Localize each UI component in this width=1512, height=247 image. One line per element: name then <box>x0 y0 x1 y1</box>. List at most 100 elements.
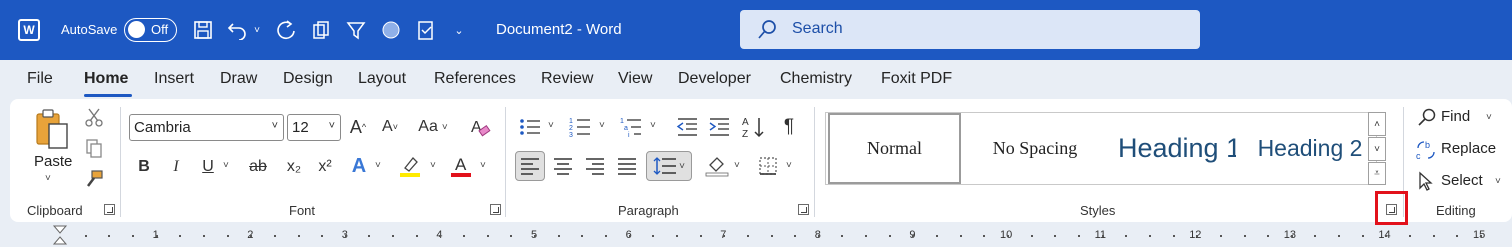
style-heading-2[interactable]: Heading 2 <box>1242 113 1378 184</box>
font-dialog-launcher-icon[interactable] <box>490 204 501 215</box>
shading-dropdown-icon[interactable]: ˅ <box>734 160 740 171</box>
style-heading-1[interactable]: Heading 1 <box>1106 113 1236 184</box>
font-color-dropdown-icon[interactable]: ˅ <box>480 160 486 171</box>
font-name-dropdown-icon[interactable]: ˅ <box>272 120 278 132</box>
font-size-dropdown-icon[interactable]: ˅ <box>329 120 335 132</box>
svg-text:i: i <box>628 132 630 138</box>
tab-foxit-pdf[interactable]: Foxit PDF <box>881 70 952 88</box>
customize-toolbar-icon[interactable]: ⌄ <box>450 17 468 43</box>
tab-chemistry[interactable]: Chemistry <box>780 70 852 88</box>
copy-icon[interactable] <box>83 137 105 159</box>
tab-view[interactable]: View <box>618 70 652 88</box>
select-dropdown-icon[interactable]: ˅ <box>1495 176 1501 187</box>
underline-dropdown-icon[interactable]: ˅ <box>223 160 229 171</box>
multilevel-dropdown-icon[interactable]: ˅ <box>650 120 656 131</box>
tab-file[interactable]: File <box>27 70 53 88</box>
align-center-icon[interactable] <box>551 154 575 178</box>
increase-indent-icon[interactable] <box>707 115 731 139</box>
svg-text:A: A <box>742 117 749 128</box>
borders-icon[interactable] <box>756 154 780 178</box>
new-page-icon[interactable] <box>309 17 333 43</box>
bullets-dropdown-icon[interactable]: ˅ <box>548 120 554 131</box>
numbering-icon[interactable]: 123 <box>568 115 592 139</box>
text-effects-icon[interactable]: A <box>348 153 370 179</box>
redo-icon[interactable] <box>274 17 298 43</box>
cut-icon[interactable] <box>83 106 105 128</box>
styles-scroll-up-icon[interactable]: ˄ <box>1368 112 1386 136</box>
svg-text:A: A <box>455 155 467 174</box>
tab-home[interactable]: Home <box>84 70 128 88</box>
undo-icon[interactable] <box>226 17 250 43</box>
show-formatting-marks-icon[interactable]: ¶ <box>777 115 801 139</box>
save-icon[interactable] <box>191 17 215 43</box>
highlight-color-icon[interactable] <box>398 153 422 179</box>
undo-dropdown-icon[interactable]: ˅ <box>250 17 264 43</box>
styles-scroll-down-icon[interactable]: ˅ <box>1368 137 1386 161</box>
ruler-tick <box>557 235 560 237</box>
align-right-icon[interactable] <box>583 154 607 178</box>
paste-dropdown-icon[interactable]: ˅ <box>45 173 51 184</box>
font-color-icon[interactable]: A <box>449 153 473 179</box>
filter-icon[interactable] <box>344 17 368 43</box>
autosave-toggle[interactable]: Off <box>124 18 177 42</box>
tab-layout[interactable]: Layout <box>358 70 406 88</box>
decrease-indent-icon[interactable] <box>675 115 699 139</box>
select-button[interactable]: Select <box>1441 172 1483 189</box>
shading-icon[interactable] <box>704 154 730 178</box>
bullets-icon[interactable] <box>518 115 542 139</box>
ruler-tick <box>1172 235 1175 237</box>
tab-review[interactable]: Review <box>541 70 593 88</box>
format-painter-icon[interactable] <box>83 168 105 190</box>
indent-marker-icon[interactable] <box>52 225 68 247</box>
font-name-combo[interactable]: Cambria ˅ <box>129 114 284 141</box>
superscript-button[interactable]: x² <box>315 155 335 179</box>
line-spacing-button[interactable]: ˅ <box>646 151 692 181</box>
grow-font-icon[interactable]: A ^ <box>346 115 370 139</box>
strikethrough-button[interactable]: ab <box>246 155 270 179</box>
text-effects-dropdown-icon[interactable]: ˅ <box>375 160 381 171</box>
font-size-combo[interactable]: 12 ˅ <box>287 114 341 141</box>
bold-button[interactable]: B <box>134 155 154 179</box>
clear-formatting-icon[interactable]: A <box>468 115 492 139</box>
replace-icon[interactable]: bc <box>1415 139 1437 161</box>
tab-draw[interactable]: Draw <box>220 70 257 88</box>
find-button[interactable]: Find <box>1441 108 1470 125</box>
sort-icon[interactable]: AZ <box>740 115 766 139</box>
replace-button[interactable]: Replace <box>1441 140 1496 157</box>
find-dropdown-icon[interactable]: ˅ <box>1486 112 1492 123</box>
tab-insert[interactable]: Insert <box>154 70 194 88</box>
tab-developer[interactable]: Developer <box>678 70 751 88</box>
group-separator <box>814 107 815 217</box>
numbering-dropdown-icon[interactable]: ˅ <box>599 120 605 131</box>
search-box[interactable]: Search <box>740 10 1200 49</box>
paragraph-dialog-launcher-icon[interactable] <box>798 204 809 215</box>
find-icon[interactable] <box>1417 107 1437 127</box>
tab-references[interactable]: References <box>434 70 516 88</box>
select-icon[interactable] <box>1416 171 1436 191</box>
underline-button[interactable]: U <box>198 155 218 179</box>
styles-more-icon[interactable]: ⩡ <box>1368 162 1386 185</box>
record-icon[interactable] <box>379 17 403 43</box>
font-group-label: Font <box>289 203 316 218</box>
change-case-button[interactable]: Aa ˅ <box>413 115 453 139</box>
multilevel-list-icon[interactable]: 1ai <box>619 115 643 139</box>
clipboard-dialog-launcher-icon[interactable] <box>104 204 115 215</box>
ruler-tick <box>983 235 986 237</box>
style-no-spacing[interactable]: No Spacing <box>966 113 1104 184</box>
subscript-button[interactable]: x₂ <box>284 155 304 179</box>
italic-button[interactable]: I <box>166 155 186 179</box>
style-normal[interactable]: Normal <box>828 113 961 184</box>
ruler-tick <box>486 235 489 237</box>
ruler-tick <box>581 235 584 237</box>
ruler-tick <box>321 235 324 237</box>
clipboard-check-icon[interactable] <box>414 17 438 43</box>
justify-icon[interactable] <box>615 154 639 178</box>
paste-label[interactable]: Paste <box>34 153 72 170</box>
borders-dropdown-icon[interactable]: ˅ <box>786 160 792 171</box>
ruler-tick <box>699 235 702 237</box>
highlight-dropdown-icon[interactable]: ˅ <box>430 160 436 171</box>
shrink-font-icon[interactable]: A ˅ <box>378 115 402 139</box>
tab-design[interactable]: Design <box>283 70 333 88</box>
paste-icon[interactable] <box>32 107 72 153</box>
align-left-icon[interactable] <box>515 151 545 181</box>
